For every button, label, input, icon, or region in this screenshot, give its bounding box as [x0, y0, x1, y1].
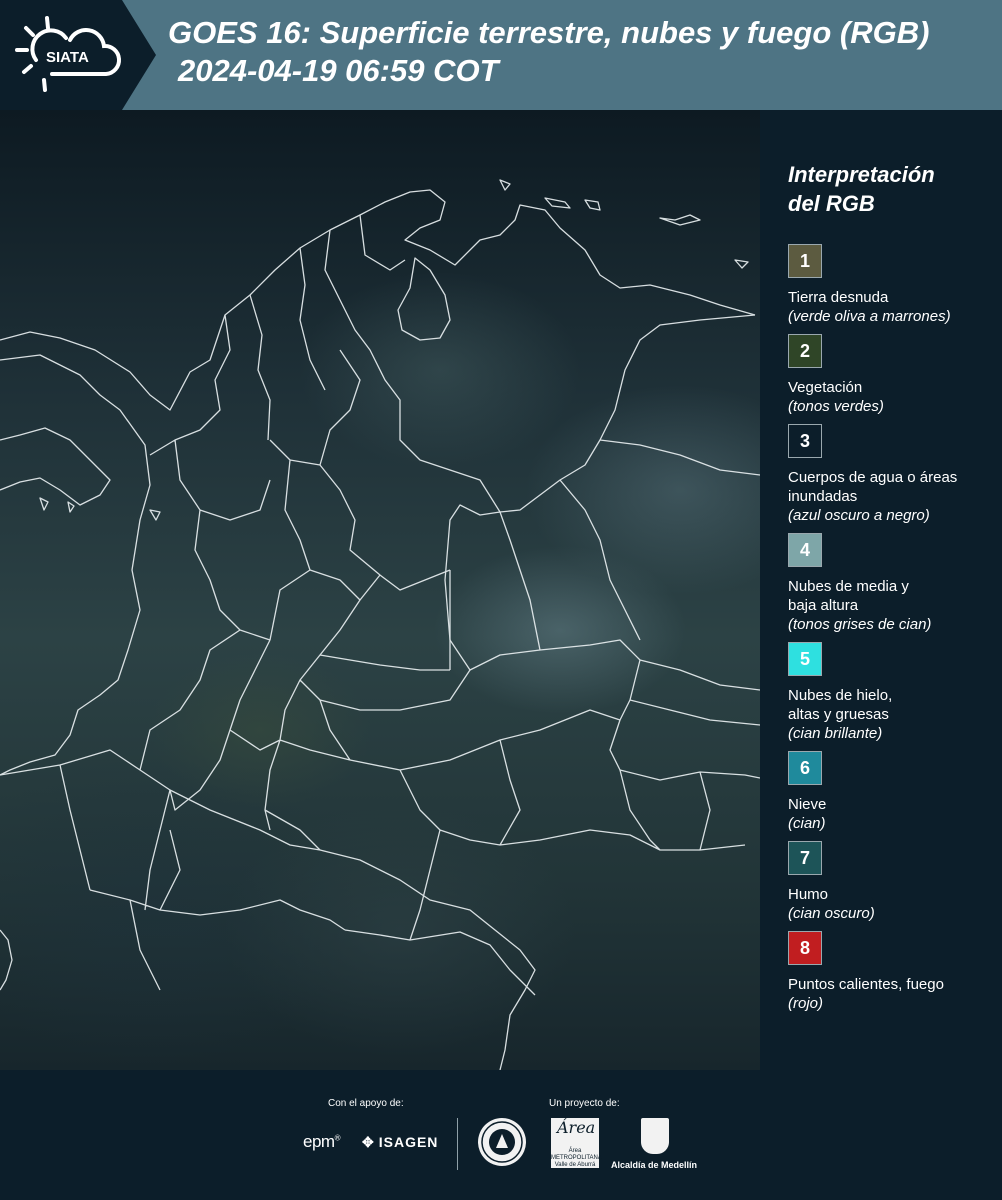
legend-item-sub: (verde oliva a marrones) [788, 308, 951, 325]
legend-item-sub: (tonos grises de cian) [788, 616, 932, 633]
boundaries-overlay [0, 179, 760, 1070]
swatch-4: 4 [788, 533, 822, 567]
legend-item-label: Nubes de media y baja altura [788, 578, 909, 614]
epm-logo: epm® [303, 1132, 341, 1151]
small-islands-west [39, 497, 161, 521]
legend-item-label: Nieve [788, 796, 827, 813]
amva-script: Área [557, 1118, 596, 1137]
alcaldia-shield-icon [641, 1118, 669, 1154]
swatch-7: 7 [788, 841, 822, 875]
swatch-1: 1 [788, 244, 822, 278]
legend-item-label: Cuerpos de agua o áreas inundadas [788, 469, 958, 505]
legend-item-fire: 8 Puntos calientes, fuego (rojo) [788, 931, 998, 1013]
swatch-8: 8 [788, 931, 822, 965]
coastline-ecuador [0, 929, 13, 991]
legend-item-label: Vegetación [788, 379, 863, 396]
legend-item-bare-soil: 1 Tierra desnuda (verde oliva a marrones… [788, 244, 998, 326]
lake-maracaibo [397, 257, 451, 341]
coastline-caribbean [0, 189, 756, 411]
coastline-panama [0, 427, 111, 506]
swatch-2: 2 [788, 334, 822, 368]
dept-boundaries [59, 214, 760, 991]
legend-item-ice-clouds: 5 Nubes de hielo, altas y gruesas (cian … [788, 642, 998, 743]
isagen-mark-icon: ✥ [362, 1134, 375, 1150]
legend-title: Interpretación del RGB [788, 160, 998, 218]
islands [499, 179, 749, 269]
legend-item-label: Puntos calientes, fuego [788, 976, 944, 993]
svg-text:SIATA: SIATA [46, 49, 89, 66]
legend-item-label: Nubes de hielo, altas y gruesas [788, 687, 893, 723]
legend-item-sub: (cian) [788, 815, 826, 832]
project-label: Un proyecto de: [549, 1098, 620, 1109]
amva-logo: Área Área METROPOLITANA Valle de Aburrá [551, 1118, 602, 1168]
legend-title-line1: Interpretación [788, 162, 935, 187]
legend-item-sub: (rojo) [788, 995, 824, 1012]
legend-item-label: Tierra desnuda [788, 289, 889, 306]
footer-divider [457, 1118, 458, 1170]
legend-item-sub: (cian brillante) [788, 725, 883, 742]
legend-item-smoke: 7 Humo (cian oscuro) [788, 841, 998, 923]
legend-item-water: 3 Cuerpos de agua o áreas inundadas (azu… [788, 424, 998, 525]
legend-panel: Interpretación del RGB 1 Tierra desnuda … [788, 160, 998, 1012]
swatch-3: 3 [788, 424, 822, 458]
legend-item-sub: (azul oscuro a negro) [788, 507, 930, 524]
legend-title-line2: del RGB [788, 191, 875, 216]
alcaldia-label: Alcaldía de Medellín [611, 1160, 698, 1170]
title-main: GOES 16: Superficie terrestre, nubes y f… [168, 15, 930, 50]
legend-item-sub: (cian oscuro) [788, 905, 875, 922]
map-divider [760, 110, 774, 1070]
header: SIATA GOES 16: Superficie terrestre, nub… [0, 0, 1002, 110]
legend-item-label: Humo [788, 886, 829, 903]
legend-item-vegetation: 2 Vegetación (tonos verdes) [788, 334, 998, 416]
swatch-6: 6 [788, 751, 822, 785]
legend-item-snow: 6 Nieve (cian) [788, 751, 998, 833]
title-datetime: 2024-04-19 06:59 COT [178, 53, 499, 88]
isagen-logo: ✥ ISAGEN [362, 1134, 439, 1150]
university-seal-icon [478, 1118, 526, 1166]
page-title: GOES 16: Superficie terrestre, nubes y f… [168, 14, 929, 90]
siata-logo: SIATA [15, 16, 122, 92]
swatch-5: 5 [788, 642, 822, 676]
legend-item-low-clouds: 4 Nubes de media y baja altura (tonos gr… [788, 533, 998, 634]
border-south [0, 749, 536, 1070]
coastline-pacific [0, 354, 151, 776]
satellite-map[interactable] [0, 110, 760, 1070]
footer: Con el apoyo de: Un proyecto de: epm® ✥ I… [0, 1070, 1002, 1200]
support-label: Con el apoyo de: [328, 1098, 404, 1109]
legend-item-sub: (tonos verdes) [788, 398, 884, 415]
